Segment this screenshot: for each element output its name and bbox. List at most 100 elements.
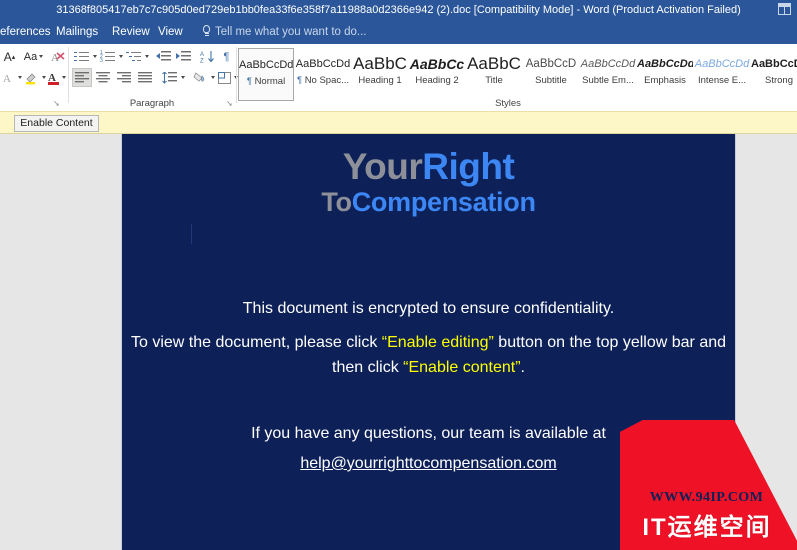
tab-references[interactable]: eferences (0, 20, 51, 44)
change-case-button[interactable]: Aa (20, 47, 47, 66)
font-color-dropdown[interactable] (60, 68, 66, 87)
enable-content-button[interactable]: Enable Content (14, 115, 99, 132)
line-spacing-icon[interactable] (160, 68, 179, 87)
paragraph-dialog-launcher[interactable]: ➘ (225, 99, 234, 108)
font-dialog-launcher[interactable]: ➘ (52, 99, 61, 108)
font-color-icon[interactable]: A (46, 68, 61, 87)
group-divider-2 (236, 47, 237, 103)
restore-window-icon[interactable] (778, 3, 791, 15)
style-preview: AaBbC (467, 54, 521, 73)
title-bar: 31368f805417eb7c7c905d0ed729eb1bb0fea33f… (0, 0, 797, 20)
para2-highlight-enable-editing: “Enable editing” (381, 334, 494, 351)
document-paragraph-2: To view the document, please click “Enab… (128, 330, 729, 380)
style-intense-emphasis[interactable]: AaBbCcDd Intense E... (694, 48, 750, 101)
tab-review[interactable]: Review (112, 20, 150, 44)
style-preview: AaBbCcD (525, 58, 577, 70)
style-preview: AaBbCcDd (580, 58, 636, 70)
style-subtitle[interactable]: AaBbCcD Subtitle (523, 48, 579, 101)
increase-indent-icon[interactable] (174, 47, 193, 66)
paragraph-group-label: Paragraph (129, 98, 175, 109)
line-spacing-dropdown[interactable] (179, 68, 185, 87)
para2-highlight-enable-content: “Enable content” (403, 359, 521, 376)
style-name: Title (485, 75, 503, 86)
logo-line-1: YourRight (122, 146, 735, 187)
tab-view[interactable]: View (158, 20, 183, 44)
shading-dropdown[interactable] (209, 68, 215, 87)
document-canvas[interactable]: YourRight ToCompensation This document i… (0, 134, 797, 550)
document-line-1: This document is encrypted to ensure con… (242, 300, 615, 317)
paragraph-group: 1 2 3 AZ ¶ Paragraph ➘ (70, 44, 238, 110)
numbering-icon[interactable]: 1 2 3 (98, 47, 117, 66)
style-emphasis[interactable]: AaBbCcDd Emphasis (637, 48, 693, 101)
logo-to: To (321, 187, 352, 217)
align-center-icon[interactable] (93, 68, 113, 87)
document-page[interactable]: YourRight ToCompensation This document i… (122, 134, 735, 550)
company-logo: YourRight ToCompensation (122, 146, 735, 218)
numbering-dropdown[interactable] (117, 47, 123, 66)
align-right-icon[interactable] (114, 68, 134, 87)
font-group: A ▴ Aa A A A ➘ (0, 44, 66, 110)
show-formatting-marks-icon[interactable]: ¶ (219, 47, 234, 66)
tab-mailings[interactable]: Mailings (56, 20, 98, 44)
logo-right: Right (422, 146, 515, 187)
ribbon-tab-bar: eferences Mailings Review View Tell me w… (0, 20, 797, 44)
style-name: Emphasis (644, 75, 686, 86)
security-message-bar: Enable Content (0, 111, 797, 134)
tell-me-input[interactable]: Tell me what you want to do... (215, 20, 367, 44)
style-name: Subtle Em... (582, 75, 634, 86)
justify-icon[interactable] (135, 68, 155, 87)
lightbulb-icon (202, 25, 211, 38)
style-preview: AaBbCc (409, 56, 465, 72)
clear-formatting-icon[interactable]: A (49, 47, 66, 66)
grow-font-button[interactable]: A ▴ (0, 47, 19, 66)
borders-icon[interactable] (216, 68, 233, 87)
logo-compensation: Compensation (351, 187, 536, 217)
style-preview: AaBbCcDd (637, 58, 693, 70)
text-highlight-color-icon[interactable] (22, 68, 41, 87)
style-name: ¶ Normal (246, 76, 286, 87)
logo-your: Your (342, 146, 423, 187)
sort-icon[interactable]: AZ (198, 47, 217, 66)
style-heading-2[interactable]: AaBbCc Heading 2 (409, 48, 465, 101)
style-preview: AaBbCcDc (751, 58, 797, 70)
bullets-dropdown[interactable] (91, 47, 97, 66)
style-preview: AaBbC (353, 54, 407, 73)
multilevel-list-icon[interactable] (124, 47, 143, 66)
text-cursor (191, 224, 192, 244)
style-name: ¶ No Spac... (296, 75, 350, 86)
bullets-icon[interactable] (72, 47, 91, 66)
style-preview: AaBbCcDd (295, 58, 351, 70)
style-name-text: No Spac... (304, 75, 350, 86)
styles-group: AaBbCcDd ¶ Normal AaBbCcDd ¶ No Spac... … (238, 44, 797, 110)
style-name: Heading 1 (358, 75, 402, 86)
multilevel-list-dropdown[interactable] (143, 47, 149, 66)
document-title: 31368f805417eb7c7c905d0ed729eb1bb0fea33f… (56, 4, 741, 16)
svg-text:A: A (200, 52, 204, 58)
style-strong[interactable]: AaBbCcDc Strong (751, 48, 797, 101)
style-heading-1[interactable]: AaBbC Heading 1 (352, 48, 408, 101)
support-email-link[interactable]: help@yourrighttocompensation.com (122, 455, 735, 473)
align-left-icon[interactable] (72, 68, 92, 87)
word-window: 31368f805417eb7c7c905d0ed729eb1bb0fea33f… (0, 0, 797, 550)
document-line-3: If you have any questions, our team is a… (251, 425, 606, 442)
styles-group-label: Styles (495, 98, 521, 109)
text-effects-dropdown[interactable] (16, 68, 22, 87)
style-no-spacing[interactable]: AaBbCcDd ¶ No Spac... (295, 48, 351, 101)
svg-text:Z: Z (200, 59, 204, 64)
style-preview: AaBbCcDd (694, 58, 750, 70)
style-name: Strong (765, 75, 793, 86)
ribbon: A ▴ Aa A A A ➘ 1 2 3 A Z ¶ Paragraph ➘ A… (0, 44, 797, 112)
para2-text-1: To view the document, please click (130, 334, 382, 351)
shading-icon[interactable] (190, 68, 209, 87)
group-divider (68, 47, 69, 103)
decrease-indent-icon[interactable] (154, 47, 173, 66)
style-name-text: Normal (254, 76, 286, 87)
highlight-dropdown[interactable] (40, 68, 46, 87)
style-preview: AaBbCcDd (239, 59, 293, 71)
style-normal[interactable]: AaBbCcDd ¶ Normal (238, 48, 294, 101)
style-name: Subtitle (535, 75, 567, 86)
style-subtle-emphasis[interactable]: AaBbCcDd Subtle Em... (580, 48, 636, 101)
text-effects-icon[interactable]: A (0, 68, 17, 87)
svg-text:A: A (3, 73, 11, 84)
style-title[interactable]: AaBbC Title (466, 48, 522, 101)
